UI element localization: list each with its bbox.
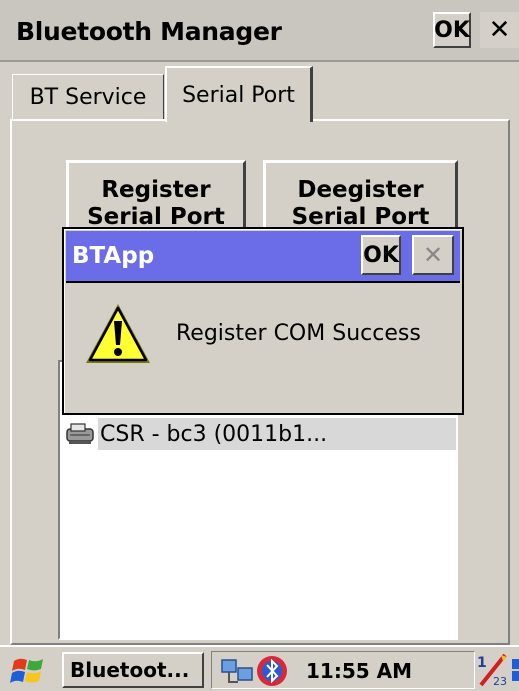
tab-bt-service[interactable]: BT Service xyxy=(12,74,164,120)
close-icon: ✕ xyxy=(488,15,511,45)
dialog-title: BTApp xyxy=(72,243,155,269)
svg-text:1: 1 xyxy=(477,655,487,671)
dialog-ok-button[interactable]: OK xyxy=(361,235,401,275)
warning-icon xyxy=(86,304,150,363)
dialog-divider xyxy=(66,281,460,283)
dialog-title-bar: BTApp OK ✕ xyxy=(66,231,460,281)
dialog-close-button[interactable]: ✕ xyxy=(412,235,454,275)
device-label: CSR - bc3 (0011b1... xyxy=(100,421,328,447)
network-icon[interactable] xyxy=(220,656,256,686)
button-label-line1: Deegister xyxy=(297,177,424,203)
tab-label: Serial Port xyxy=(182,82,295,108)
dialog-message: Register COM Success xyxy=(176,321,421,346)
screen: Bluetooth Manager OK ✕ BT Service Serial… xyxy=(0,0,519,691)
tab-serial-port[interactable]: Serial Port xyxy=(165,66,313,122)
close-button[interactable]: ✕ xyxy=(480,12,519,48)
button-label-line1: Register xyxy=(101,177,211,203)
clock[interactable]: 11:55 AM xyxy=(306,659,412,683)
btapp-dialog: BTApp OK ✕ Register COM Success xyxy=(62,227,464,415)
taskbar-app-button[interactable]: Bluetoot... xyxy=(62,652,204,688)
window-title: Bluetooth Manager xyxy=(16,17,282,46)
tab-label: BT Service xyxy=(29,85,147,110)
input-panel-icon[interactable]: 1 23 xyxy=(473,651,511,689)
desktop-icon[interactable] xyxy=(512,653,519,687)
windows-flag-icon[interactable] xyxy=(8,653,52,689)
ok-button[interactable]: OK xyxy=(433,12,471,48)
title-bar: Bluetooth Manager OK ✕ xyxy=(0,0,519,62)
bluetooth-icon[interactable] xyxy=(254,654,290,688)
taskbar: Bluetoot... 11:55 AM 1 23 xyxy=(0,645,519,691)
taskbar-app-label: Bluetoot... xyxy=(70,658,190,682)
serial-port-device-icon xyxy=(66,423,94,444)
system-tray: 11:55 AM xyxy=(211,651,475,689)
list-item[interactable]: CSR - bc3 (0011b1... xyxy=(62,418,456,450)
close-icon: ✕ xyxy=(422,241,444,269)
svg-text:23: 23 xyxy=(493,675,507,688)
